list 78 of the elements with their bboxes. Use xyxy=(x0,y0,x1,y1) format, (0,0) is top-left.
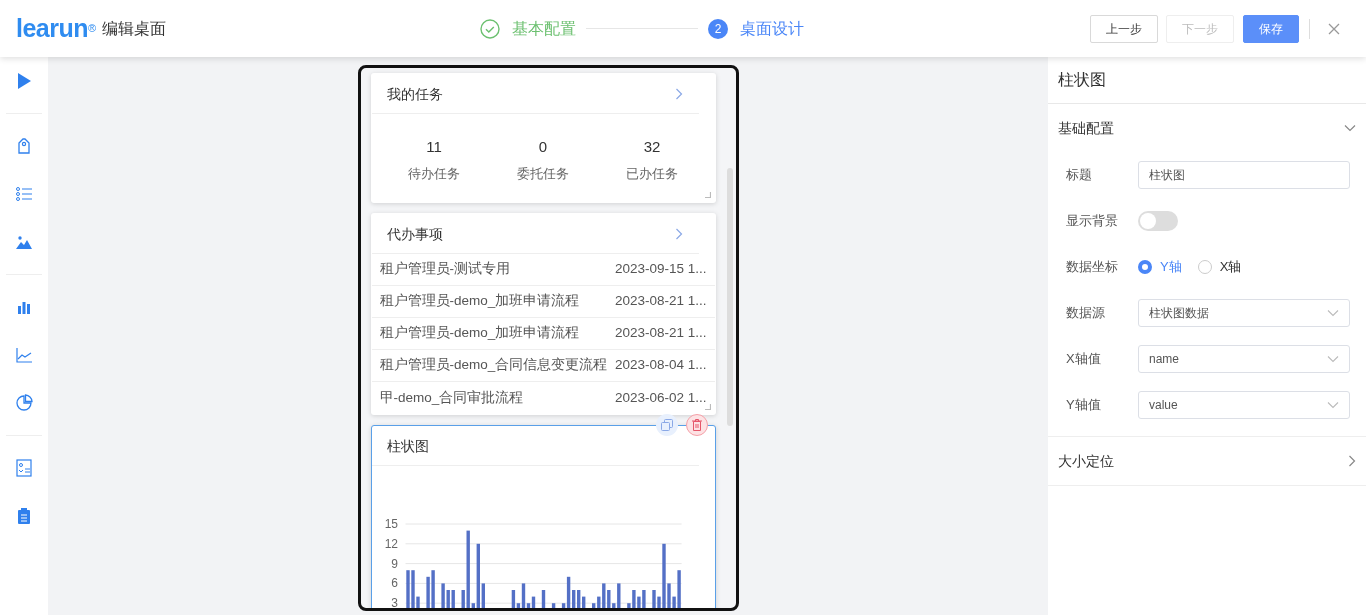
chevron-right-icon[interactable] xyxy=(674,88,683,100)
section-title[interactable]: 大小定位 xyxy=(1058,450,1114,472)
field-label: Y轴值 xyxy=(1066,396,1102,415)
task-time: 2023-06-02 1... xyxy=(614,388,707,407)
task-time: 2023-08-04 1... xyxy=(614,356,707,375)
list-row[interactable]: 租户管理员-demo_合同信息变更流程 2023-08-04 1... xyxy=(371,349,715,382)
delete-icon[interactable] xyxy=(691,418,702,431)
tag-icon[interactable] xyxy=(15,137,33,155)
resize-handle-icon[interactable] xyxy=(704,403,711,410)
form-icon[interactable] xyxy=(15,459,33,477)
axis-tick-label: 12 xyxy=(384,536,398,551)
check-circle-icon xyxy=(480,18,500,39)
radio-option[interactable]: X轴 xyxy=(1197,257,1242,277)
list-row[interactable]: 租户管理员-demo_加班申请流程 2023-08-21 1... xyxy=(371,317,715,350)
task-time: 2023-08-21 1... xyxy=(614,324,707,343)
stat-value: 11 xyxy=(426,137,442,157)
widget-title: 柱状图 xyxy=(386,436,429,456)
stat-label: 已办任务 xyxy=(626,166,678,183)
stat-label: 委托任务 xyxy=(517,166,569,183)
scrollbar[interactable] xyxy=(726,168,733,426)
stat-value: 0 xyxy=(538,137,548,157)
step-button[interactable]: 上一步 xyxy=(1089,14,1158,43)
task-name: 租户管理员-demo_合同信息变更流程 xyxy=(379,356,608,375)
stat-label: 待办任务 xyxy=(408,166,460,183)
step-number: 2 xyxy=(708,18,728,39)
task-name: 甲-demo_合同审批流程 xyxy=(379,388,524,407)
task-name: 租户管理员-demo_加班申请流程 xyxy=(379,324,580,343)
bar xyxy=(541,589,545,608)
list-icon[interactable] xyxy=(15,185,33,203)
chevron-right-icon[interactable] xyxy=(674,227,683,240)
section-title[interactable]: 基础配置 xyxy=(1058,117,1114,139)
radio-option[interactable]: Y轴 xyxy=(1138,257,1182,277)
list-row[interactable]: 甲-demo_合同审批流程 2023-06-02 1... xyxy=(371,381,715,414)
task-name: 租户管理员-测试专用 xyxy=(379,260,510,279)
field-label: 数据坐标 xyxy=(1066,258,1119,277)
widget-title: 代办事项 xyxy=(386,224,443,244)
chevron-right-icon[interactable] xyxy=(1348,455,1356,467)
logo: learun$^{®}$ xyxy=(16,16,96,41)
field-label: 数据源 xyxy=(1066,304,1106,323)
widget-card[interactable]: 柱状图 3 6 9 12 15 xyxy=(370,424,716,608)
task-time: 2023-09-15 1... xyxy=(614,260,707,279)
resize-handle-icon[interactable] xyxy=(704,191,711,198)
play-icon[interactable] xyxy=(15,72,33,90)
clipboard-icon[interactable] xyxy=(15,507,33,525)
task-time: 2023-08-21 1... xyxy=(614,292,707,311)
step-label: 桌面设计 xyxy=(740,18,804,39)
field-label: X轴值 xyxy=(1066,350,1102,369)
stat-value: 32 xyxy=(643,137,661,157)
chevron-down-icon[interactable] xyxy=(1344,124,1356,132)
pie-chart-icon[interactable] xyxy=(15,394,33,412)
chevron-down-icon xyxy=(1327,401,1339,409)
list-row[interactable]: 租户管理员-demo_加班申请流程 2023-08-21 1... xyxy=(371,285,715,318)
panel-title: 柱状图 xyxy=(1048,57,1366,104)
image-icon[interactable] xyxy=(15,233,33,251)
axis-tick-label: 9 xyxy=(390,556,398,571)
select-field[interactable]: 柱状图数据 xyxy=(1138,299,1350,327)
line-chart-icon[interactable] xyxy=(15,346,33,364)
widget-card[interactable]: 我的任务 11 待办任务 0 委托任务 32 已办任务 xyxy=(370,73,716,203)
widget-card[interactable]: 代办事项 租户管理员-测试专用 2023-09-15 1... 租户管理员-demo_加班申请流程 2023-08-21 1... 租户管理员-demo_加班申请流程 2023-08-21 1... 租户管理员-demo_合同信息变更流程 2023-08-04 1... 甲-demo_合同审批流程 2023-06-02 1... xyxy=(370,212,716,415)
title-input[interactable]: 柱状图 xyxy=(1138,161,1350,189)
field-label: 标题 xyxy=(1066,166,1093,185)
bar xyxy=(551,602,555,608)
copy-icon[interactable] xyxy=(660,418,673,431)
toggle-switch[interactable] xyxy=(1138,211,1178,231)
select-field[interactable]: value xyxy=(1138,391,1350,419)
step-label: 基本配置 xyxy=(512,18,576,39)
axis-tick-label: 3 xyxy=(390,595,398,608)
list-row[interactable]: 租户管理员-测试专用 2023-09-15 1... xyxy=(371,253,715,286)
chevron-down-icon xyxy=(1327,355,1339,363)
axis-tick-label: 6 xyxy=(390,576,398,591)
widget-title: 我的任务 xyxy=(386,85,443,104)
task-name: 租户管理员-demo_加班申请流程 xyxy=(379,292,580,311)
field-label: 显示背景 xyxy=(1066,212,1119,231)
axis-tick-label: 15 xyxy=(384,516,398,531)
chevron-down-icon xyxy=(1327,309,1339,317)
close-icon[interactable] xyxy=(1328,22,1340,35)
page-title: 编辑桌面 xyxy=(102,18,167,39)
select-field[interactable]: name xyxy=(1138,345,1350,373)
